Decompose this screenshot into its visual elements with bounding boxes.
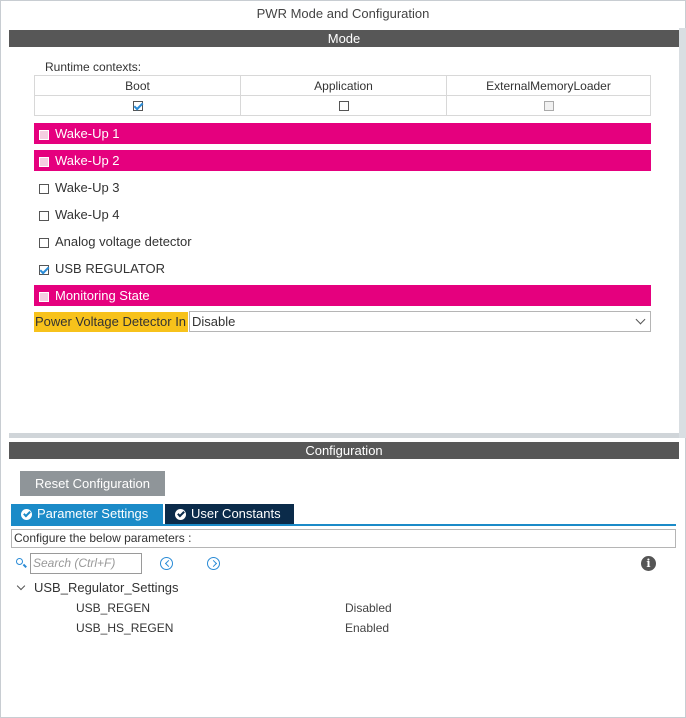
monitoring-state-checkbox[interactable] — [39, 291, 49, 302]
wake-up-4-checkbox[interactable] — [39, 210, 49, 221]
analog-voltage-detector-checkbox[interactable] — [39, 237, 49, 248]
wake-up-1-label: Wake-Up 1 — [55, 126, 120, 141]
analog-voltage-detector-label: Analog voltage detector — [55, 234, 192, 249]
wake-up-4-label: Wake-Up 4 — [55, 207, 120, 222]
mode-scrollbar[interactable] — [679, 28, 686, 438]
wake-up-3-label: Wake-Up 3 — [55, 180, 120, 195]
wake-up-3-checkbox[interactable] — [39, 183, 49, 194]
param-usb-hs-regen-value[interactable]: Enabled — [345, 621, 389, 635]
application-checkbox[interactable] — [338, 101, 349, 112]
power-voltage-detector-select[interactable]: Disable — [189, 311, 651, 332]
previous-result-button[interactable] — [160, 557, 173, 570]
monitoring-state-label: Monitoring State — [55, 288, 150, 303]
check-circle-icon — [175, 509, 186, 521]
param-usb-hs-regen-name[interactable]: USB_HS_REGEN — [76, 621, 173, 635]
context-header-external-memory-loader: ExternalMemoryLoader — [446, 75, 651, 96]
panel-splitter[interactable] — [9, 433, 679, 438]
tab-user-constants-label: User Constants — [191, 506, 281, 521]
tab-underline — [11, 524, 676, 526]
mode-header: Mode — [9, 30, 679, 47]
wake-up-3-option[interactable]: Wake-Up 3 — [34, 177, 651, 198]
context-cell-boot — [34, 95, 241, 116]
context-header-boot: Boot — [34, 75, 241, 96]
tab-parameter-settings-label: Parameter Settings — [37, 506, 149, 521]
tab-user-constants[interactable]: User Constants — [165, 504, 294, 524]
wake-up-4-option[interactable]: Wake-Up 4 — [34, 204, 651, 225]
info-icon[interactable]: i — [641, 556, 656, 571]
power-voltage-detector-label: Power Voltage Detector In — [34, 312, 189, 332]
tab-parameter-settings[interactable]: Parameter Settings — [11, 504, 163, 524]
chevron-right-icon — [209, 559, 218, 568]
usb-regulator-option[interactable]: USB REGULATOR — [34, 258, 651, 279]
wake-up-2-label: Wake-Up 2 — [55, 153, 120, 168]
context-cell-external-memory-loader — [446, 95, 651, 116]
context-header-application: Application — [240, 75, 447, 96]
power-voltage-detector-value: Disable — [192, 314, 236, 329]
usb-regulator-checkbox[interactable] — [39, 264, 49, 275]
check-circle-icon — [21, 509, 32, 521]
wake-up-1-option[interactable]: Wake-Up 1 — [34, 123, 651, 144]
boot-checkbox[interactable] — [132, 101, 143, 112]
external-memory-loader-checkbox — [543, 101, 554, 112]
configuration-header: Configuration — [9, 442, 679, 459]
search-input[interactable]: Search (Ctrl+F) — [30, 553, 142, 574]
wake-up-2-checkbox[interactable] — [39, 156, 49, 167]
search-icon — [16, 558, 23, 565]
monitoring-state-option[interactable]: Monitoring State — [34, 285, 651, 306]
reset-configuration-button[interactable]: Reset Configuration — [20, 471, 165, 496]
window-title: PWR Mode and Configuration — [256, 6, 430, 21]
usb-regulator-label: USB REGULATOR — [55, 261, 166, 276]
param-usb-regen-value[interactable]: Disabled — [345, 601, 392, 615]
runtime-contexts-table: Boot Application ExternalMemoryLoader — [34, 75, 651, 116]
chevron-down-icon — [635, 314, 646, 325]
context-cell-application — [240, 95, 447, 116]
wake-up-2-option[interactable]: Wake-Up 2 — [34, 150, 651, 171]
wake-up-1-checkbox[interactable] — [39, 129, 49, 140]
runtime-contexts-label: Runtime contexts: — [45, 60, 142, 74]
configure-parameters-text: Configure the below parameters : — [11, 529, 676, 548]
chevron-left-icon — [164, 559, 173, 568]
analog-voltage-detector-option[interactable]: Analog voltage detector — [34, 231, 651, 252]
usb-regulator-settings-group[interactable]: USB_Regulator_Settings — [34, 580, 179, 595]
param-usb-regen-name[interactable]: USB_REGEN — [76, 601, 150, 615]
next-result-button[interactable] — [207, 557, 220, 570]
